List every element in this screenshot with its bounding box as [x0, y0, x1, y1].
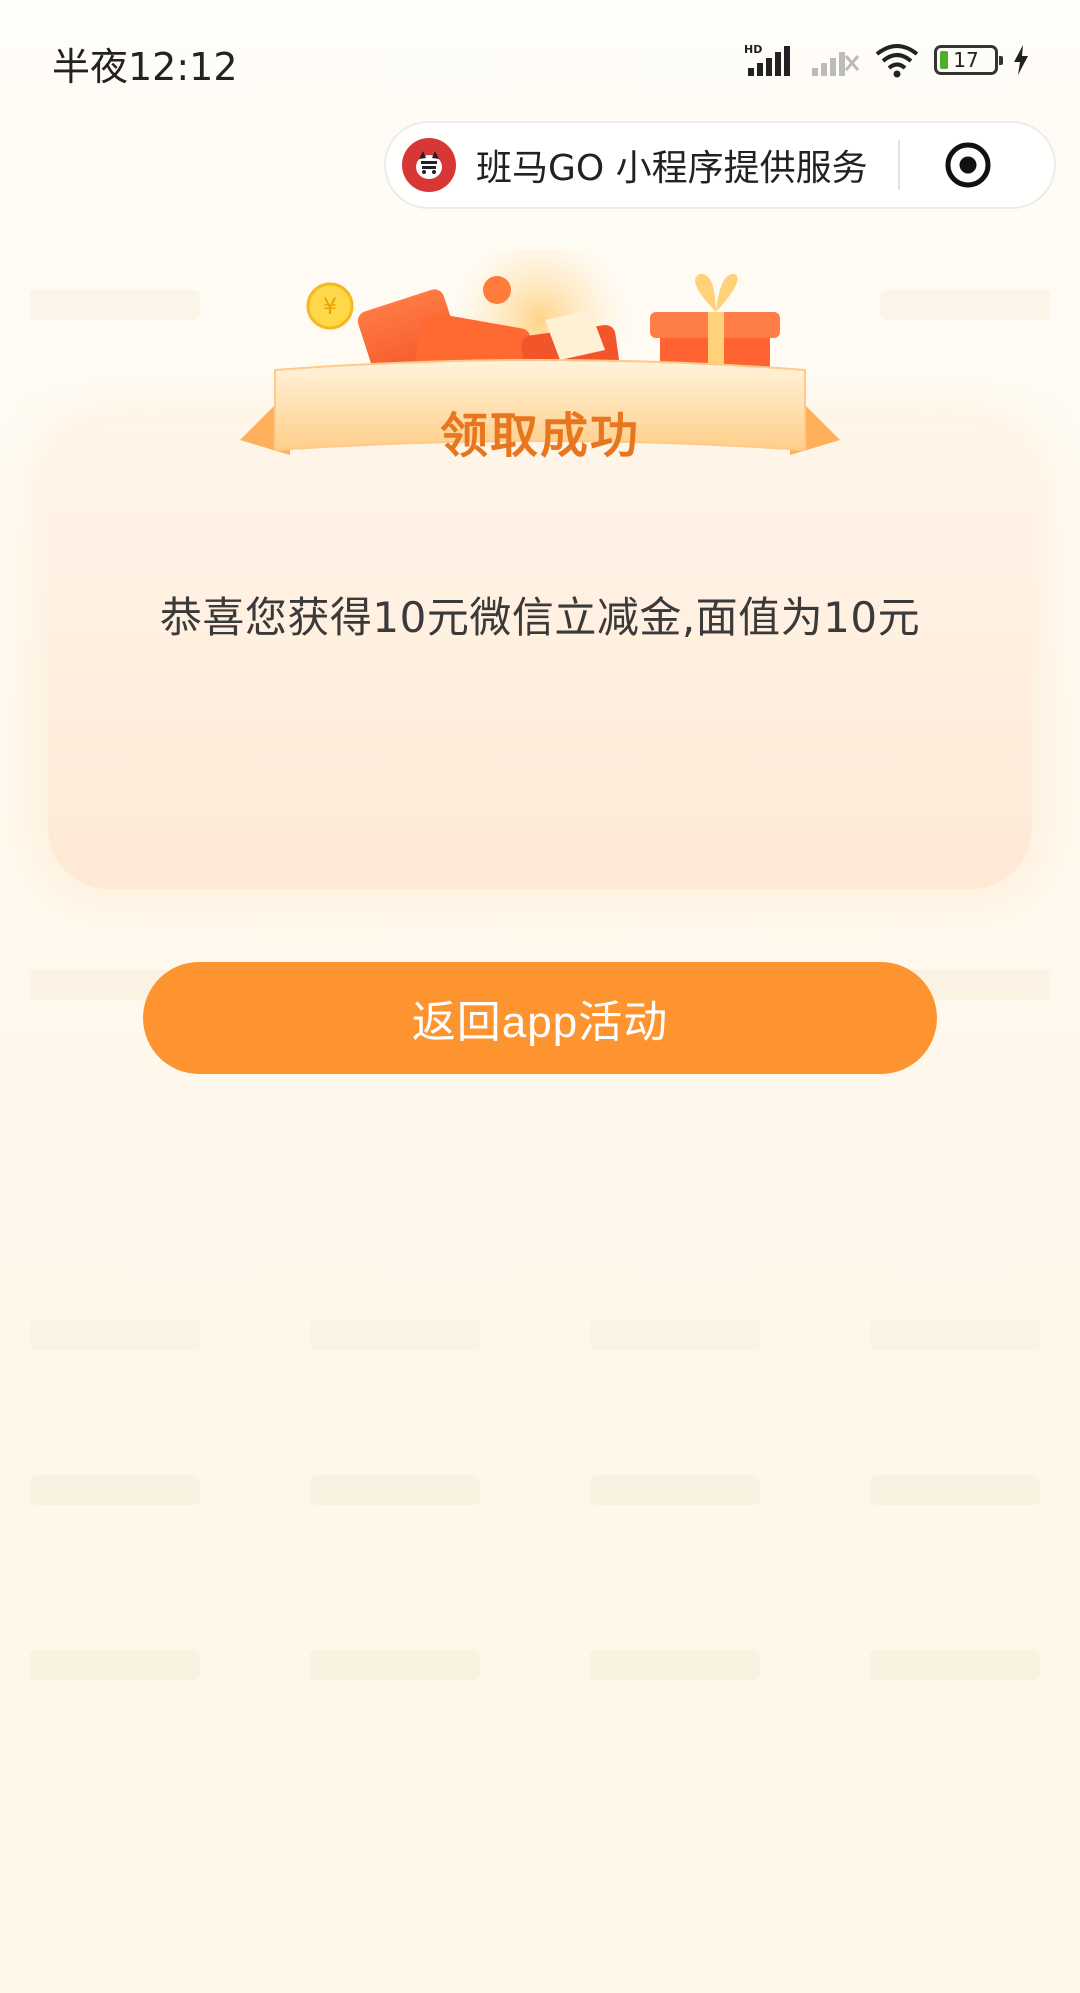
target-close-icon[interactable]	[942, 139, 994, 191]
battery-fill	[940, 51, 948, 69]
hd-signal-icon: HD	[744, 43, 790, 76]
zebra-logo-icon	[402, 138, 456, 192]
mini-program-capsule: 班马GO 小程序提供服务	[384, 121, 1056, 209]
status-time: 半夜12:12	[52, 45, 238, 89]
battery-level: 17	[953, 48, 979, 72]
reward-card: 恭喜您获得10元微信立减金,面值为10元	[48, 424, 1032, 889]
svg-text:HD: HD	[744, 43, 762, 56]
return-to-app-button[interactable]: 返回app活动	[143, 962, 937, 1074]
wifi-icon	[875, 44, 919, 78]
status-icons: HD 17	[744, 40, 1030, 80]
no-signal-icon	[812, 52, 860, 76]
charging-icon	[1014, 45, 1028, 75]
status-bar: 半夜12:12 HD 17	[0, 0, 1080, 120]
battery-icon: 17	[934, 45, 1003, 75]
success-title: 领取成功	[439, 408, 640, 464]
capsule-title: 班马GO 小程序提供服务	[476, 148, 868, 189]
reward-message: 恭喜您获得10元微信立减金,面值为10元	[159, 593, 921, 642]
coin-icon: ¥	[306, 282, 354, 330]
capsule-divider	[897, 140, 900, 190]
svg-text:¥: ¥	[323, 295, 337, 320]
